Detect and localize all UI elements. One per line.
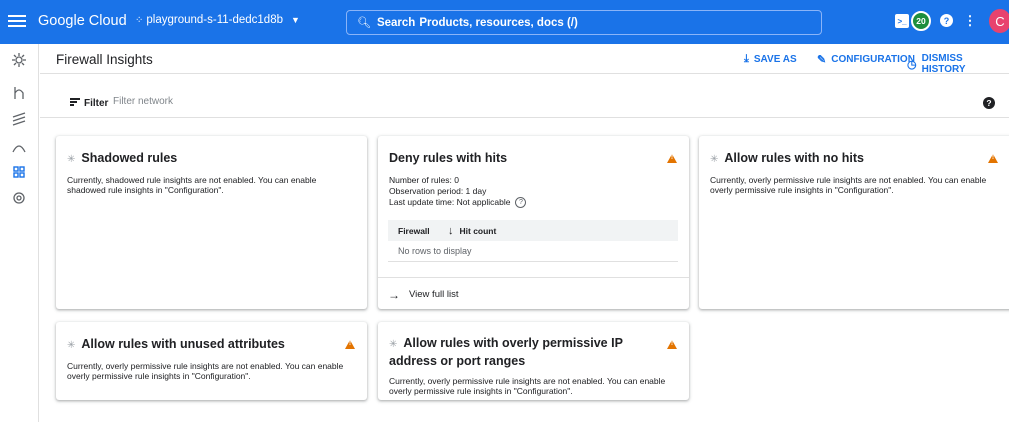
configuration-button[interactable]: ✎ CONFIGURATION [817,53,915,66]
page-title: Firewall Insights [56,52,153,67]
filter-bar: Filter ? [40,88,1009,118]
card-body: Currently, overly permissive rule insigh… [67,361,344,381]
card-title: ✳ Allow rules with overly permissive IP a… [389,335,669,370]
project-dots-icon: ⁘ [135,14,143,26]
arrow-forward-icon: → [388,287,400,302]
search-box[interactable]: 🔍︎ Search Products, resources, docs (/) [346,10,822,35]
loading-spinner-icon: ✳ [67,340,76,351]
unused-attributes-card: ✳ Allow rules with unused attributes Curr… [56,322,367,400]
project-name: playground-s-11-dedc1d8b [146,14,283,26]
loading-spinner-icon: ✳ [67,154,76,165]
filter-input[interactable] [113,96,413,107]
network-topology-icon[interactable] [11,140,27,156]
project-selector[interactable]: ⁘ playground-s-11-dedc1d8b ▼ [135,14,300,26]
google-cloud-logo[interactable]: Google Cloud [38,13,127,29]
last-update-row: Last update time: Not applicable ? [389,197,677,208]
loading-spinner-icon: ✳ [710,154,719,165]
card-title-text: Allow rules with unused attributes [81,337,285,351]
warning-icon [345,340,355,349]
card-title-text: Allow rules with overly permissive IP ad… [389,336,623,368]
deny-rules-card: Deny rules with hits Number of rules: 0 … [378,136,689,309]
warning-icon [667,340,677,349]
shadowed-rules-card: ✳ Shadowed rules Currently, shadowed rule… [56,136,367,309]
card-body: Currently, shadowed rule insights are no… [67,175,317,195]
card-title: ✳ Allow rules with unused attributes [67,336,285,354]
table-header: Firewall ↓ Hit count [388,220,678,241]
search-label: Search [376,16,416,29]
view-full-list-label: View full list [409,289,459,300]
save-as-label: SAVE AS [753,54,797,65]
card-title: Deny rules with hits [389,151,508,165]
card-body: Number of rules: 0 Observation period: 1… [389,175,677,208]
card-title-text: Allow rules with no hits [724,151,864,165]
configuration-label: CONFIGURATION [831,54,915,65]
card-body: Currently, overly permissive rule insigh… [710,175,987,195]
view-full-list-link[interactable]: → View full list [378,277,689,311]
help-icon[interactable]: ? [983,97,995,109]
empty-table-message: No rows to display [388,241,678,262]
more-vert-icon[interactable]: ⋮ [963,13,977,28]
card-title: ✳ Allow rules with no hits [710,150,864,168]
help-icon[interactable]: ? [940,14,953,27]
connectivity-tests-icon[interactable] [11,85,27,101]
dismiss-history-button[interactable]: ◷ DISMISS HISTORY [907,53,1009,75]
firewall-insights-icon[interactable] [11,164,27,180]
chevron-down-icon: ▼ [291,15,300,25]
allow-rules-no-hits-card: ✳ Allow rules with no hits Currently, ove… [699,136,1009,309]
cloud-shell-icon[interactable]: >_ [895,14,909,28]
column-header-hit-count[interactable]: ↓ Hit count [448,225,496,237]
search-placeholder: Products, resources, docs (/) [419,16,578,29]
last-update-time: Last update time: Not applicable [389,197,511,207]
performance-dashboard-icon[interactable] [11,111,27,127]
deny-rules-table: Firewall ↓ Hit count No rows to display [388,220,678,262]
network-analyzer-icon[interactable] [11,190,27,206]
warning-icon [667,154,677,163]
filter-icon[interactable] [70,98,80,106]
download-icon: ⤓ [744,53,749,65]
save-as-button[interactable]: ⤓ SAVE AS [744,53,797,66]
overly-permissive-card: ✳ Allow rules with overly permissive IP a… [378,322,689,400]
notifications-badge[interactable]: 20 [911,11,931,31]
history-clock-icon: ◷ [907,58,917,71]
network-intelligence-icon[interactable] [11,52,27,68]
page-header: Firewall Insights ⤓ SAVE AS ✎ CONFIGURAT… [40,44,1009,75]
card-title: ✳ Shadowed rules [67,150,177,168]
loading-spinner-icon: ✳ [389,339,398,350]
avatar[interactable]: C [989,9,1009,33]
hamburger-menu-icon[interactable] [8,12,26,32]
search-icon: 🔍︎ [357,17,371,29]
dismiss-history-label: DISMISS HISTORY [921,53,966,75]
observation-period: Observation period: 1 day [389,186,487,196]
warning-icon [988,154,998,163]
card-title-text: Shadowed rules [81,151,178,165]
pencil-icon: ✎ [817,54,827,66]
filter-label[interactable]: Filter [84,98,108,109]
rule-count: Number of rules: 0 [389,175,459,185]
top-app-bar: Google Cloud ⁘ playground-s-11-dedc1d8b … [0,0,1009,44]
arrow-down-icon: ↓ [448,224,454,237]
help-outline-icon[interactable]: ? [515,197,527,208]
column-header-hit-count-label: Hit count [459,225,497,236]
column-header-firewall[interactable]: Firewall [388,226,448,236]
card-body: Currently, overly permissive rule insigh… [389,376,666,396]
side-nav [0,44,39,422]
